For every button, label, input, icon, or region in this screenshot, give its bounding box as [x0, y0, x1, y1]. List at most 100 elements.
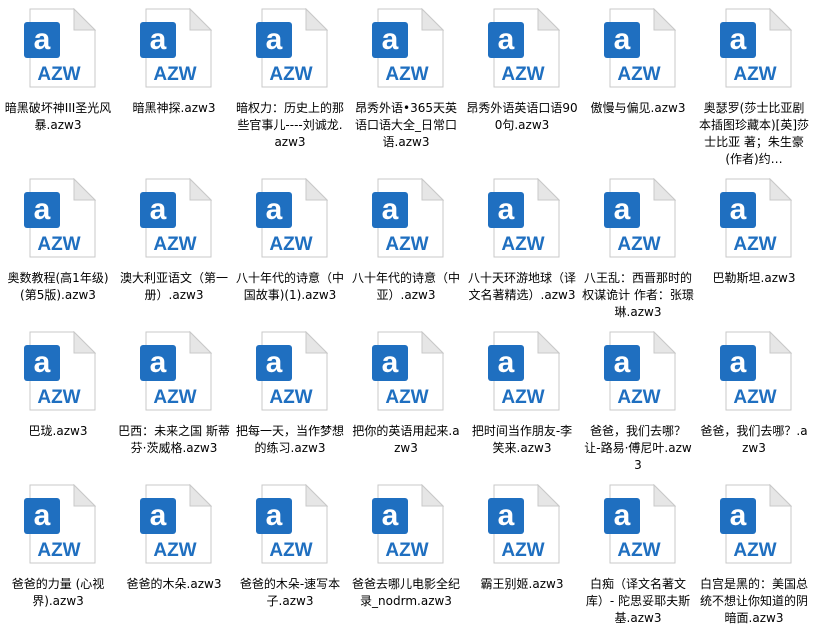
icon-badge-letter: a [266, 346, 283, 379]
file-name-label: 昂秀外语•365天英语口语大全_日常口语.azw3 [354, 101, 457, 149]
file-item[interactable]: a AZW 巴珑.azw3 [0, 331, 116, 481]
file-name-label: 爸爸，我们去哪？.azw3 [700, 424, 808, 455]
file-name-label: 巴勒斯坦.azw3 [712, 271, 796, 285]
file-item[interactable]: a AZW 八十年代的诗意（中亚）.azw3 [348, 178, 464, 328]
file-item[interactable]: a AZW 奥数教程(高1年级)(第5版).azw3 [0, 178, 116, 328]
icon-type-label: AZW [733, 64, 776, 85]
azw-file-icon: a AZW [604, 178, 676, 258]
file-item[interactable]: a AZW 巴勒斯坦.azw3 [696, 178, 812, 328]
file-item[interactable]: a AZW 奥瑟罗(莎士比亚剧本插图珍藏本)[英]莎士比亚 著；朱生豪(作者)约… [696, 8, 812, 166]
azw-file-icon: a AZW [372, 331, 444, 411]
azw-file-icon: a AZW [488, 8, 560, 88]
icon-type-label: AZW [153, 387, 196, 408]
icon-type-label: AZW [269, 64, 312, 85]
icon-badge-letter: a [614, 499, 631, 532]
icon-type-label: AZW [617, 387, 660, 408]
file-name-label: 暗黑神探.azw3 [132, 101, 216, 115]
azw-file-icon: a AZW [372, 8, 444, 88]
file-item[interactable]: a AZW 白宫是黑的：美国总统不想让你知道的阴暗面.azw3 [696, 484, 812, 632]
icon-badge-letter: a [150, 193, 167, 226]
file-item[interactable]: a AZW 爸爸去哪儿电影全纪录_nodrm.azw3 [348, 484, 464, 632]
icon-badge-letter: a [34, 499, 51, 532]
file-item[interactable]: a AZW 暗黑破坏神III圣光风暴.azw3 [0, 8, 116, 158]
icon-badge-letter: a [150, 346, 167, 379]
file-name-label: 八王乱：西晋那时的权谋诡计 作者：张璟琳.azw3 [582, 271, 694, 319]
icon-badge-letter: a [498, 346, 515, 379]
icon-badge-letter: a [382, 499, 399, 532]
icon-badge-letter: a [498, 23, 515, 56]
file-name-label: 爸爸的木朵.azw3 [126, 577, 222, 591]
azw-file-icon: a AZW [24, 178, 96, 258]
icon-type-label: AZW [385, 540, 428, 561]
file-name-label: 巴珑.azw3 [28, 424, 88, 438]
file-item[interactable]: a AZW 八王乱：西晋那时的权谋诡计 作者：张璟琳.azw3 [580, 178, 696, 328]
azw-file-icon: a AZW [488, 178, 560, 258]
file-item[interactable]: a AZW 昂秀外语•365天英语口语大全_日常口语.azw3 [348, 8, 464, 158]
icon-badge-letter: a [730, 23, 747, 56]
azw-file-icon: a AZW [372, 484, 444, 564]
file-item[interactable]: a AZW 八十年代的诗意（中国故事)(1).azw3 [232, 178, 348, 328]
file-name-label: 爸爸去哪儿电影全纪录_nodrm.azw3 [351, 577, 460, 608]
azw-file-icon: a AZW [24, 331, 96, 411]
icon-type-label: AZW [37, 540, 80, 561]
icon-type-label: AZW [385, 64, 428, 85]
file-item[interactable]: a AZW 暗黑神探.azw3 [116, 8, 232, 158]
file-item[interactable]: a AZW 八十天环游地球（译文名著精选）.azw3 [464, 178, 580, 328]
file-name-label: 把每一天，当作梦想的练习.azw3 [235, 424, 344, 455]
file-item[interactable]: a AZW 爸爸，我们去哪？.azw3 [696, 331, 812, 481]
file-name-label: 昂秀外语英语口语900句.azw3 [466, 101, 578, 132]
file-item[interactable]: a AZW 把时间当作朋友-李笑来.azw3 [464, 331, 580, 481]
icon-badge-letter: a [382, 23, 399, 56]
azw-file-icon: a AZW [488, 484, 560, 564]
icon-type-label: AZW [385, 234, 428, 255]
file-name-label: 爸爸的力量 (心视界).azw3 [11, 577, 105, 608]
file-item[interactable]: a AZW 爸爸的木朵-速写本子.azw3 [232, 484, 348, 632]
file-name-label: 霸王别姬.azw3 [480, 577, 564, 591]
icon-type-label: AZW [733, 234, 776, 255]
azw-file-icon: a AZW [604, 484, 676, 564]
file-name-label: 暗权力：历史上的那些官事儿----刘诚龙.azw3 [235, 101, 344, 149]
icon-badge-letter: a [266, 499, 283, 532]
file-item[interactable]: a AZW 爸爸，我们去哪？ 让-路易·傅尼叶.azw3 [580, 331, 696, 481]
file-item[interactable]: a AZW 巴西：未来之国 斯蒂芬·茨威格.azw3 [116, 331, 232, 481]
file-name-label: 八十年代的诗意（中国故事)(1).azw3 [235, 271, 344, 302]
file-name-label: 八十天环游地球（译文名著精选）.azw3 [467, 271, 576, 302]
azw-file-icon: a AZW [720, 484, 792, 564]
azw-file-icon: a AZW [604, 331, 676, 411]
icon-badge-letter: a [730, 499, 747, 532]
azw-file-icon: a AZW [140, 8, 212, 88]
file-grid: a AZW 暗黑破坏神III圣光风暴.azw3 a AZW 暗黑神探.azw3 a AZW 暗权… [0, 0, 831, 640]
file-name-label: 澳大利亚语文（第一册）.azw3 [119, 271, 228, 302]
azw-file-icon: a AZW [256, 8, 328, 88]
file-item[interactable]: a AZW 爸爸的力量 (心视界).azw3 [0, 484, 116, 632]
file-item[interactable]: a AZW 把每一天，当作梦想的练习.azw3 [232, 331, 348, 481]
azw-file-icon: a AZW [372, 178, 444, 258]
icon-type-label: AZW [501, 234, 544, 255]
icon-badge-letter: a [266, 193, 283, 226]
icon-badge-letter: a [614, 346, 631, 379]
file-item[interactable]: a AZW 暗权力：历史上的那些官事儿----刘诚龙.azw3 [232, 8, 348, 158]
azw-file-icon: a AZW [140, 331, 212, 411]
icon-type-label: AZW [501, 64, 544, 85]
file-item[interactable]: a AZW 傲慢与偏见.azw3 [580, 8, 696, 158]
icon-badge-letter: a [614, 193, 631, 226]
icon-type-label: AZW [501, 540, 544, 561]
icon-badge-letter: a [34, 193, 51, 226]
icon-badge-letter: a [498, 499, 515, 532]
file-item[interactable]: a AZW 爸爸的木朵.azw3 [116, 484, 232, 632]
file-name-label: 爸爸的木朵-速写本子.azw3 [239, 577, 341, 608]
icon-badge-letter: a [382, 193, 399, 226]
icon-type-label: AZW [269, 387, 312, 408]
azw-file-icon: a AZW [140, 484, 212, 564]
file-item[interactable]: a AZW 霸王别姬.azw3 [464, 484, 580, 632]
file-name-label: 白宫是黑的：美国总统不想让你知道的阴暗面.azw3 [699, 577, 808, 625]
icon-type-label: AZW [269, 540, 312, 561]
icon-badge-letter: a [614, 23, 631, 56]
file-item[interactable]: a AZW 白痴（译文名著文库）- 陀思妥耶夫斯基.azw3 [580, 484, 696, 632]
file-item[interactable]: a AZW 澳大利亚语文（第一册）.azw3 [116, 178, 232, 328]
azw-file-icon: a AZW [720, 178, 792, 258]
file-item[interactable]: a AZW 把你的英语用起来.azw3 [348, 331, 464, 481]
file-item[interactable]: a AZW 昂秀外语英语口语900句.azw3 [464, 8, 580, 158]
azw-file-icon: a AZW [256, 331, 328, 411]
azw-file-icon: a AZW [140, 178, 212, 258]
